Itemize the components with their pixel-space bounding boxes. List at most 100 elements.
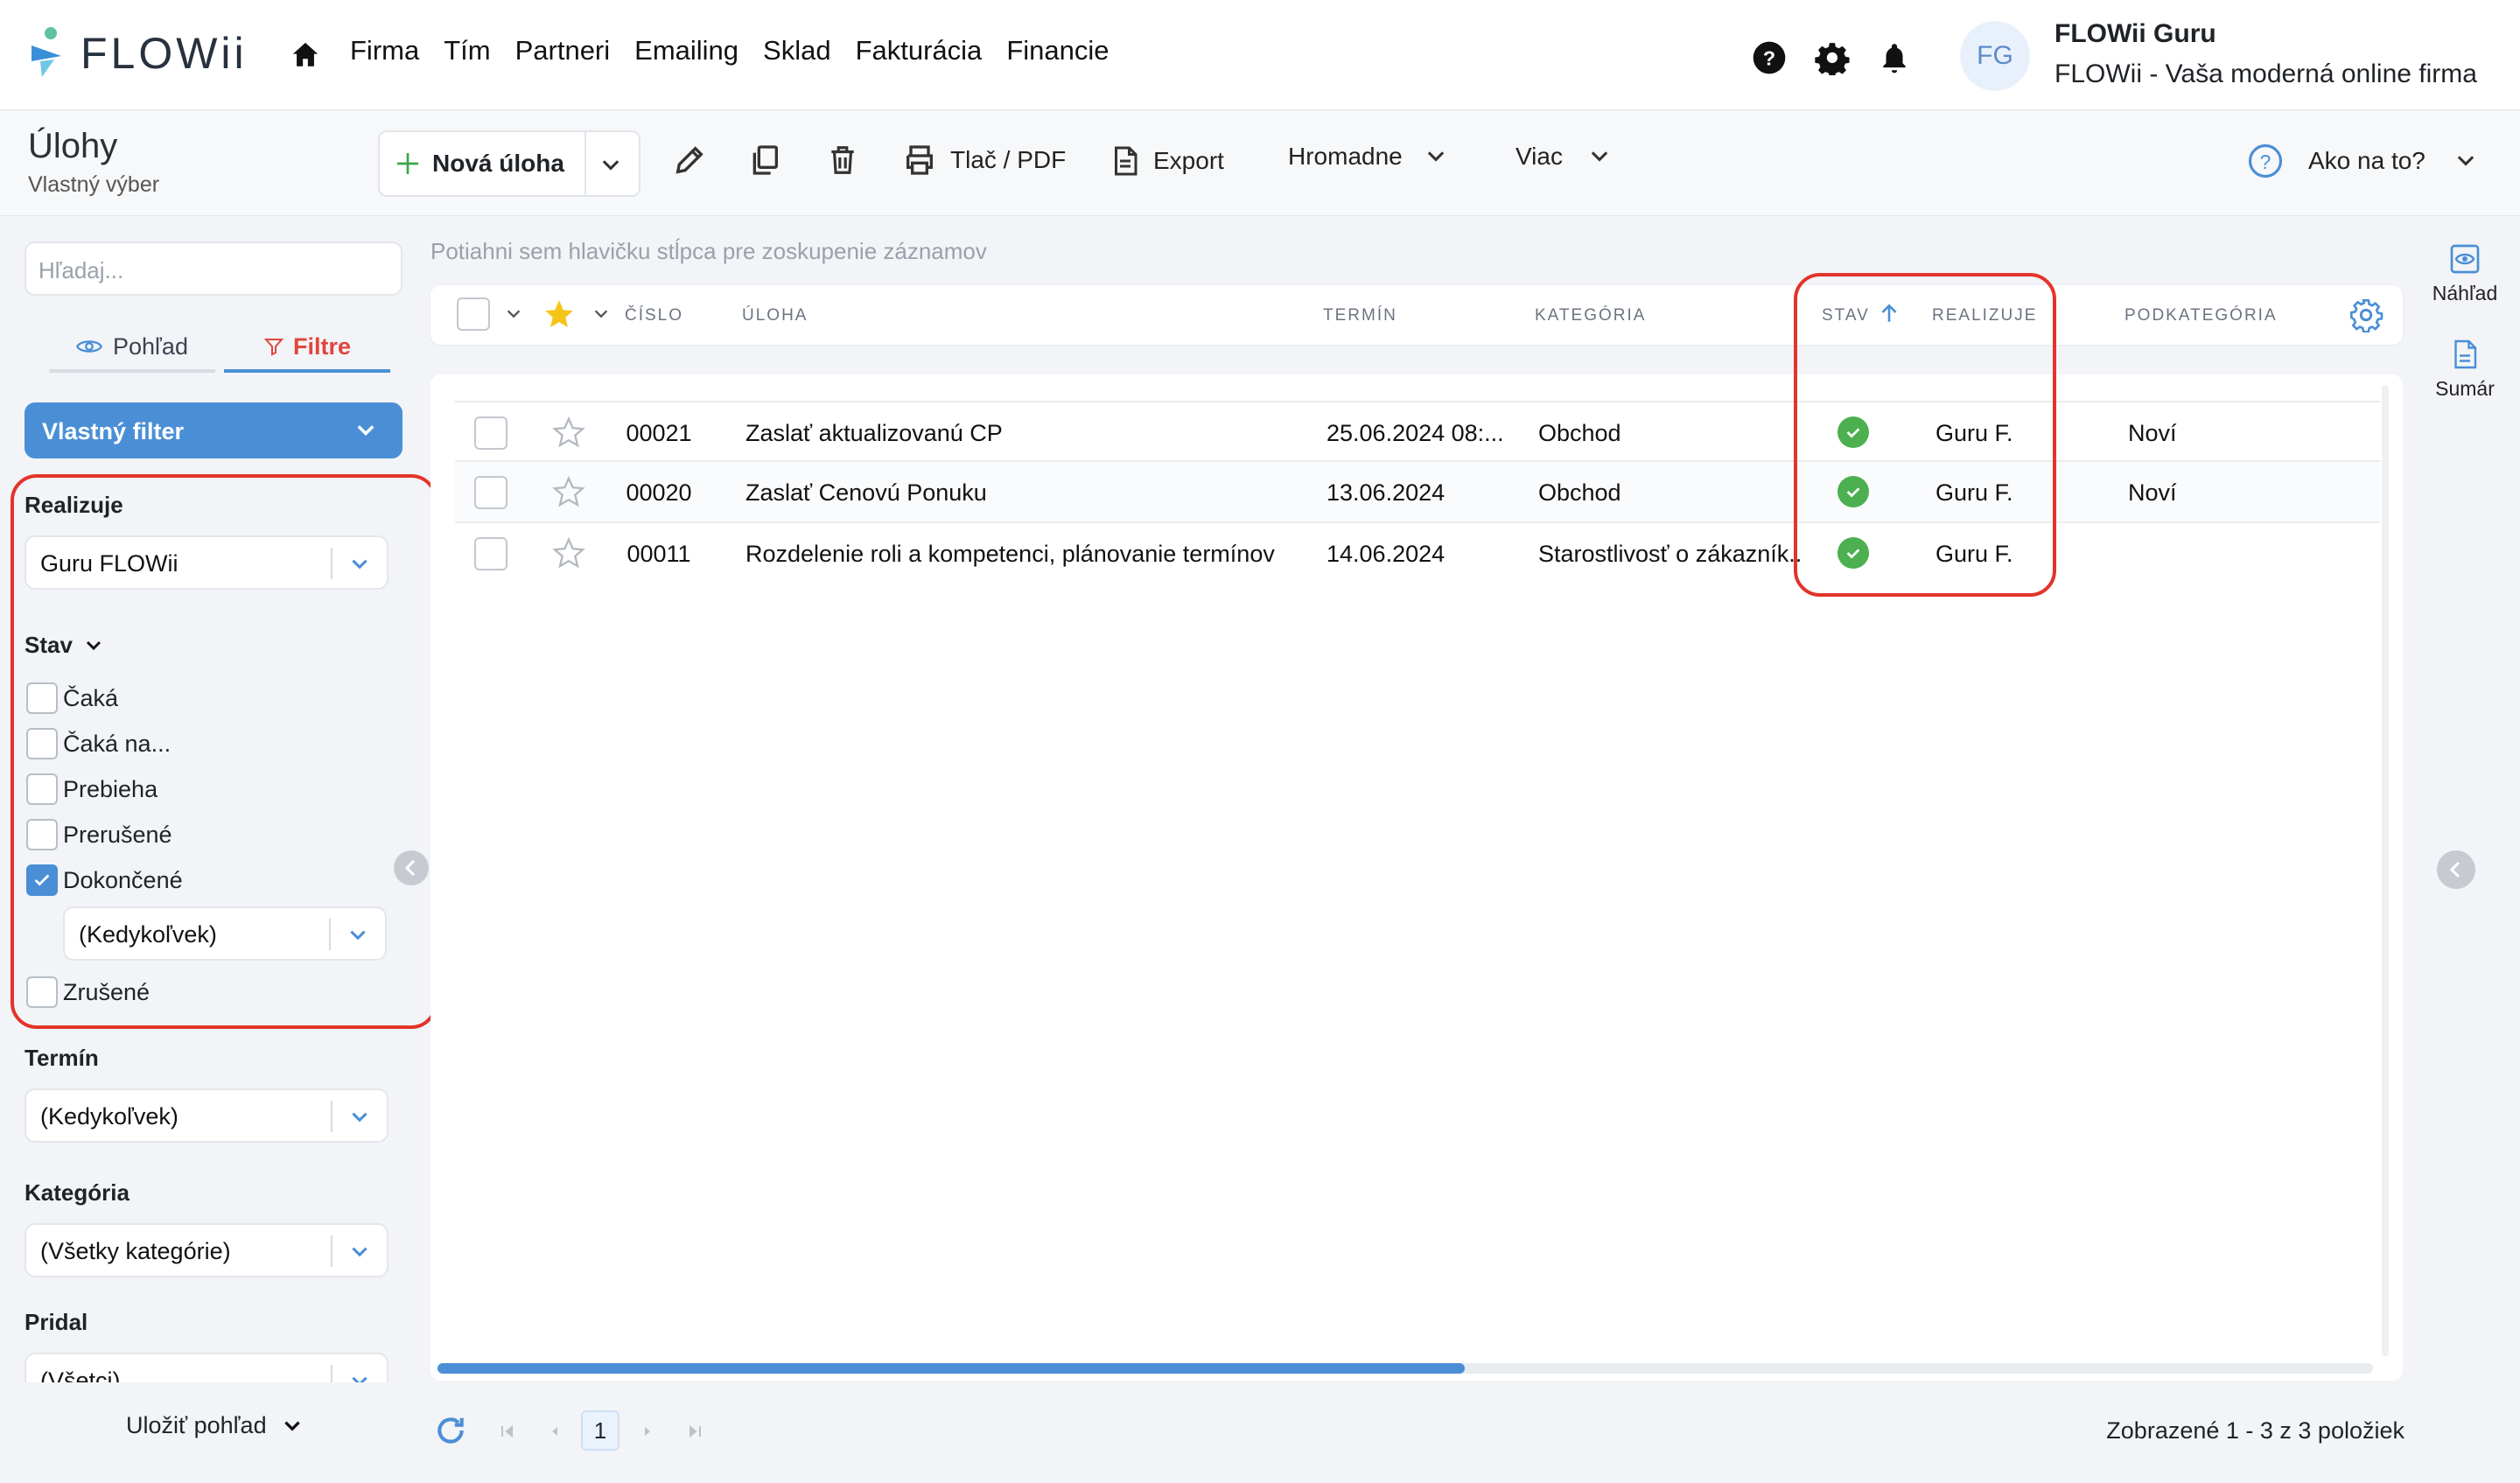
- new-task-label: Nová úloha: [432, 150, 564, 177]
- cell-category: Obchod: [1538, 479, 1621, 506]
- select-all-checkbox[interactable]: [457, 297, 490, 331]
- collapse-sidebar-button[interactable]: [394, 850, 429, 885]
- cell-task[interactable]: Rozdelenie roli a kompetenci, plánovanie…: [746, 541, 1306, 568]
- how-to-dropdown[interactable]: ? Ako na to?: [2247, 143, 2478, 179]
- bulk-actions-dropdown[interactable]: Hromadne: [1288, 143, 1448, 171]
- cell-task[interactable]: Zaslať aktualizovanú CP: [746, 420, 1306, 447]
- category-select[interactable]: (Všetky kategórie): [24, 1223, 388, 1277]
- user-name[interactable]: FLOWii Guru: [2054, 19, 2216, 49]
- logo-text: FLOWii: [80, 29, 248, 78]
- main-menu: Firma Tím Partneri Emailing Sklad Faktur…: [350, 35, 1110, 66]
- column-header-subcategory[interactable]: PODKATEGÓRIA: [2124, 306, 2278, 325]
- vertical-scrollbar[interactable]: [2382, 385, 2389, 1356]
- cell-subcategory: Noví: [2128, 420, 2177, 446]
- column-settings-gear-icon[interactable]: [2348, 297, 2384, 332]
- new-task-button[interactable]: Nová úloha: [378, 130, 640, 197]
- plus-icon: [394, 150, 422, 178]
- horizontal-scrollbar-thumb[interactable]: [438, 1363, 1465, 1374]
- nav-item-partneri[interactable]: Partneri: [515, 35, 611, 66]
- cell-subcategory: Noví: [2128, 479, 2177, 506]
- summary-label: Sumár: [2435, 377, 2495, 400]
- nav-item-firma[interactable]: Firma: [350, 35, 419, 66]
- chevron-down-icon: [348, 1370, 371, 1382]
- star-outline-icon[interactable]: [551, 474, 586, 509]
- custom-filter-dropdown[interactable]: Vlastný filter: [24, 402, 402, 458]
- nav-item-sklad[interactable]: Sklad: [763, 35, 831, 66]
- refresh-icon[interactable]: [434, 1414, 467, 1447]
- gear-icon[interactable]: [1815, 40, 1850, 75]
- print-pdf-button[interactable]: Tlač / PDF: [901, 143, 1066, 178]
- tab-view-label: Pohľad: [113, 332, 188, 360]
- row-checkbox[interactable]: [474, 416, 508, 450]
- nav-item-tim[interactable]: Tím: [444, 35, 490, 66]
- copy-icon[interactable]: [747, 143, 782, 178]
- nav-item-emailing[interactable]: Emailing: [634, 35, 738, 66]
- nav-item-financie[interactable]: Financie: [1006, 35, 1109, 66]
- category-label: Kategória: [24, 1179, 130, 1206]
- tab-view[interactable]: Pohľad: [49, 324, 215, 373]
- preview-eye-icon: [2447, 241, 2482, 276]
- help-icon[interactable]: ?: [1752, 40, 1787, 75]
- group-drop-hint[interactable]: Potiahni sem hlavičku stĺpca pre zoskupe…: [430, 238, 987, 265]
- sidebar-tabs: Pohľad Filtre: [49, 324, 390, 376]
- trash-icon[interactable]: [826, 143, 859, 178]
- grid-body: 00021 Zaslať aktualizovanú CP 25.06.2024…: [430, 374, 2403, 1381]
- flowii-logo[interactable]: FLOWii: [26, 26, 248, 80]
- nav-item-fakturacia[interactable]: Fakturácia: [856, 35, 983, 66]
- column-header-task[interactable]: ÚLOHA: [742, 306, 808, 325]
- save-view-label: Uložiť pohľad: [126, 1412, 267, 1438]
- cell-term: 13.06.2024: [1326, 479, 1446, 506]
- table-row[interactable]: 00011 Rozdelenie roli a kompetenci, plán…: [455, 523, 2380, 584]
- last-page-icon[interactable]: [686, 1423, 704, 1440]
- toolbar: Úlohy Vlastný výber Nová úloha Tlač / PD…: [0, 111, 2520, 216]
- question-circle-icon: ?: [2247, 143, 2284, 179]
- added-by-label: Pridal: [24, 1309, 88, 1335]
- table-row[interactable]: 00020 Zaslať Cenovú Ponuku 13.06.2024 Ob…: [455, 462, 2380, 523]
- row-checkbox[interactable]: [474, 476, 508, 509]
- cell-number: 00011: [626, 541, 691, 567]
- search-input[interactable]: Hľadaj...: [24, 241, 402, 296]
- cell-task[interactable]: Zaslať Cenovú Ponuku: [746, 479, 1306, 507]
- custom-filter-label: Vlastný filter: [42, 418, 185, 444]
- chevron-left-icon: [404, 859, 416, 877]
- tab-filters[interactable]: Filtre: [224, 324, 390, 373]
- grid-header: ČÍSLO ÚLOHA TERMÍN KATEGÓRIA STAV REALIZ…: [430, 285, 2403, 345]
- collapse-right-panel-button[interactable]: [2437, 850, 2475, 889]
- right-rail: Náhľad Sumár: [2426, 241, 2504, 401]
- more-label: Viac: [1516, 143, 1563, 170]
- next-page-icon[interactable]: [639, 1423, 656, 1440]
- term-select[interactable]: (Kedykoľvek): [24, 1088, 388, 1143]
- column-header-category[interactable]: KATEGÓRIA: [1535, 306, 1646, 325]
- star-outline-icon[interactable]: [551, 415, 586, 450]
- summary-button[interactable]: Sumár: [2426, 337, 2504, 401]
- svg-text:?: ?: [2260, 150, 2272, 173]
- table-row[interactable]: 00021 Zaslať aktualizovanú CP 25.06.2024…: [455, 401, 2380, 462]
- star-filled-icon[interactable]: [542, 297, 576, 331]
- how-to-label: Ako na to?: [2308, 147, 2426, 174]
- filter-icon: [263, 335, 284, 358]
- star-outline-icon[interactable]: [551, 535, 586, 570]
- row-checkbox[interactable]: [474, 537, 508, 570]
- select-options-chevron-icon[interactable]: [504, 304, 523, 324]
- save-view-button[interactable]: Uložiť pohľad: [126, 1412, 304, 1439]
- more-dropdown[interactable]: Viac: [1516, 143, 1612, 171]
- home-icon[interactable]: [290, 40, 320, 70]
- preview-button[interactable]: Náhľad: [2426, 241, 2504, 305]
- cell-category: Starostlivosť o zákazník...: [1538, 541, 1801, 567]
- edit-icon[interactable]: [672, 143, 707, 178]
- export-button[interactable]: Export: [1110, 143, 1224, 179]
- cell-category: Obchod: [1538, 420, 1621, 446]
- column-header-number[interactable]: ČÍSLO: [625, 306, 683, 325]
- first-page-icon[interactable]: [499, 1423, 516, 1440]
- added-by-select[interactable]: (Všetci): [24, 1353, 388, 1382]
- status-assignee-highlight-box: [1794, 273, 2056, 597]
- previous-page-icon[interactable]: [546, 1423, 564, 1440]
- export-label: Export: [1153, 147, 1224, 174]
- avatar[interactable]: FG: [1960, 21, 2030, 91]
- term-value: (Kedykoľvek): [40, 1103, 178, 1130]
- page-number-current[interactable]: 1: [581, 1410, 620, 1451]
- new-task-dropdown-icon[interactable]: [598, 153, 623, 178]
- column-header-term[interactable]: TERMÍN: [1323, 306, 1397, 325]
- star-options-chevron-icon[interactable]: [592, 304, 611, 324]
- bell-icon[interactable]: [1878, 40, 1911, 75]
